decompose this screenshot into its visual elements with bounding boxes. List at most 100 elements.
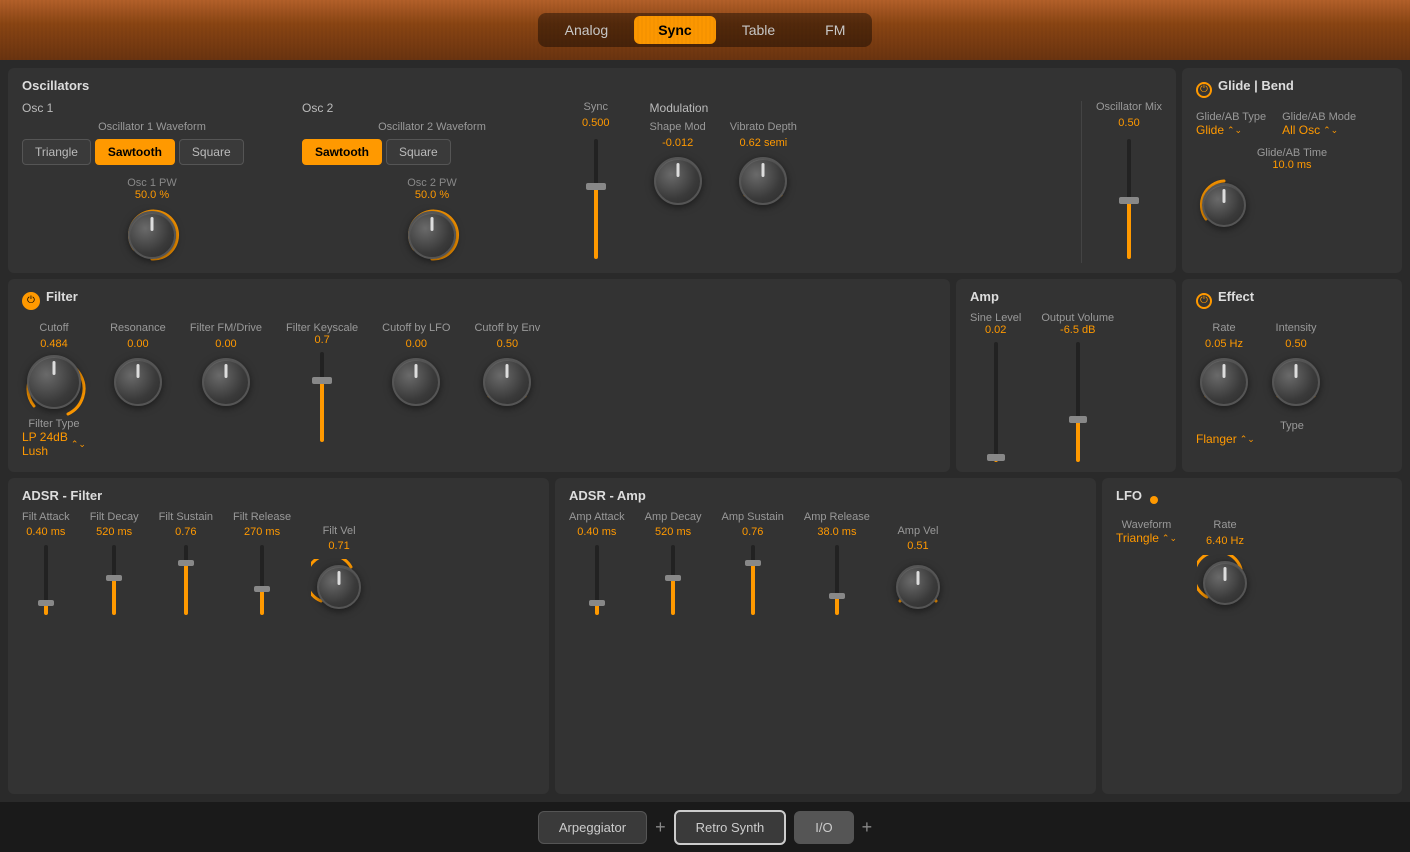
- osc2-wave-square[interactable]: Square: [386, 139, 451, 165]
- shape-mod-knob[interactable]: [654, 157, 702, 205]
- cutoff-lfo-knob-wrap[interactable]: [388, 354, 444, 410]
- glide-time-knob[interactable]: [1202, 183, 1246, 227]
- top-header: Analog Sync Table FM: [0, 0, 1410, 60]
- filt-vel-knob-wrap[interactable]: [311, 559, 367, 615]
- osc1-section: Osc 1 Oscillator 1 Waveform Triangle Saw…: [22, 101, 302, 263]
- filt-release-slider[interactable]: [260, 545, 264, 615]
- osc1-wave-sawtooth[interactable]: Sawtooth: [95, 139, 175, 165]
- osc-mix-thumb[interactable]: [1119, 197, 1139, 204]
- filter-type-value[interactable]: LP 24dBLush ⌃⌄: [22, 430, 86, 458]
- filter-resonance-knob[interactable]: [114, 358, 162, 406]
- filter-keyscale-slider[interactable]: [320, 352, 324, 442]
- amp-sustain-slider[interactable]: [751, 545, 755, 615]
- osc2-pw-knob[interactable]: [408, 211, 456, 259]
- output-volume-fill: [1076, 420, 1080, 462]
- vibrato-depth-knob[interactable]: [739, 157, 787, 205]
- lfo-rate-knob[interactable]: [1203, 561, 1247, 605]
- filter-power-icon[interactable]: ⏻: [22, 292, 40, 310]
- io-button[interactable]: I/O: [794, 811, 853, 844]
- amp-sustain-fill: [751, 562, 755, 615]
- effect-intensity-knob-wrap[interactable]: [1268, 354, 1324, 410]
- retro-synth-button[interactable]: Retro Synth: [674, 810, 787, 845]
- sync-slider-track[interactable]: [594, 139, 598, 259]
- cutoff-env-knob-wrap[interactable]: [479, 354, 535, 410]
- filter-resonance-knob-wrap[interactable]: [110, 354, 166, 410]
- osc1-wave-square[interactable]: Square: [179, 139, 244, 165]
- filt-sustain-thumb[interactable]: [178, 560, 194, 566]
- arpeggiator-button[interactable]: Arpeggiator: [538, 811, 647, 844]
- osc2-wave-sawtooth[interactable]: Sawtooth: [302, 139, 382, 165]
- filter-cutoff-knob-wrap[interactable]: [26, 354, 82, 410]
- osc-mix-slider[interactable]: [1127, 139, 1131, 259]
- cutoff-lfo-knob[interactable]: [392, 358, 440, 406]
- amp-attack-thumb[interactable]: [589, 600, 605, 606]
- taskbar-plus-1[interactable]: +: [655, 817, 666, 838]
- effect-type-value[interactable]: Flanger ⌃⌄: [1196, 432, 1388, 446]
- glide-mode-value[interactable]: All Osc ⌃⌄: [1282, 123, 1356, 137]
- lfo-waveform-container: Waveform Triangle ⌃⌄: [1116, 519, 1177, 545]
- shape-mod-knob-wrap[interactable]: [650, 153, 706, 209]
- filter-fm-drive-knob[interactable]: [202, 358, 250, 406]
- glide-type-value[interactable]: Glide ⌃⌄: [1196, 123, 1266, 137]
- amp-decay-thumb[interactable]: [665, 575, 681, 581]
- sine-level-thumb[interactable]: [987, 454, 1005, 461]
- filt-sustain-slider[interactable]: [184, 545, 188, 615]
- filter-cutoff-knob[interactable]: [27, 355, 81, 409]
- filter-resonance-value: 0.00: [127, 338, 148, 350]
- filt-attack-thumb[interactable]: [38, 600, 54, 606]
- effect-intensity-knob[interactable]: [1272, 358, 1320, 406]
- effect-type-arrow: ⌃⌄: [1240, 434, 1255, 445]
- lfo-waveform-value[interactable]: Triangle ⌃⌄: [1116, 531, 1177, 545]
- amp-release-thumb[interactable]: [829, 593, 845, 599]
- sync-slider-thumb[interactable]: [586, 183, 606, 190]
- amp-release-slider[interactable]: [835, 545, 839, 615]
- osc1-wave-triangle[interactable]: Triangle: [22, 139, 91, 165]
- output-volume-label: Output Volume: [1041, 312, 1114, 324]
- tab-table[interactable]: Table: [718, 16, 799, 44]
- filt-vel-value: 0.71: [328, 540, 349, 552]
- filt-decay-thumb[interactable]: [106, 575, 122, 581]
- lfo-rate-knob-wrap[interactable]: [1197, 555, 1253, 611]
- amp-sustain-thumb[interactable]: [745, 560, 761, 566]
- osc1-pw-knob-wrap[interactable]: [124, 207, 180, 263]
- amp-attack-label: Amp Attack: [569, 511, 625, 523]
- effect-power-icon[interactable]: ⏻: [1196, 293, 1212, 309]
- osc1-pw-knob[interactable]: [128, 211, 176, 259]
- adsr-amp-params: Amp Attack 0.40 ms Amp Decay 520 ms: [569, 511, 1082, 615]
- output-volume-slider[interactable]: [1076, 342, 1080, 462]
- tab-sync[interactable]: Sync: [634, 16, 715, 44]
- filt-release-thumb[interactable]: [254, 586, 270, 592]
- amp-attack-slider[interactable]: [595, 545, 599, 615]
- amp-vel-knob-wrap[interactable]: [890, 559, 946, 615]
- glide-time-knob-wrap[interactable]: [1196, 177, 1252, 233]
- taskbar-plus-2[interactable]: +: [862, 817, 873, 838]
- osc-mix-fill: [1127, 199, 1131, 259]
- osc2-pw-value: 50.0 %: [302, 189, 562, 201]
- filt-attack-slider[interactable]: [44, 545, 48, 615]
- sine-level-slider[interactable]: [994, 342, 998, 462]
- filt-vel-knob[interactable]: [317, 565, 361, 609]
- filter-keyscale-thumb[interactable]: [312, 377, 332, 384]
- cutoff-lfo-label: Cutoff by LFO: [382, 322, 450, 334]
- filter-fm-drive-knob-wrap[interactable]: [198, 354, 254, 410]
- osc1-waveform-label: Oscillator 1 Waveform: [22, 121, 282, 133]
- amp-vel-knob[interactable]: [896, 565, 940, 609]
- effect-rate-knob[interactable]: [1200, 358, 1248, 406]
- amp-decay-slider[interactable]: [671, 545, 675, 615]
- osc2-pw-knob-wrap[interactable]: [404, 207, 460, 263]
- adsr-filter-release: Filt Release 270 ms: [233, 511, 291, 615]
- glide-power-icon[interactable]: ⏻: [1196, 82, 1212, 98]
- effect-inner: Rate 0.05 Hz Intensity 0.50: [1196, 322, 1388, 410]
- tab-fm[interactable]: FM: [801, 16, 869, 44]
- filt-decay-slider[interactable]: [112, 545, 116, 615]
- effect-rate-knob-wrap[interactable]: [1196, 354, 1252, 410]
- sync-section: Sync 0.500: [582, 101, 610, 263]
- output-volume-container: Output Volume -6.5 dB: [1041, 312, 1114, 462]
- osc2-waveform-btns: Sawtooth Square: [302, 139, 562, 165]
- tab-analog[interactable]: Analog: [541, 16, 633, 44]
- glide-mode-container: Glide/AB Mode All Osc ⌃⌄: [1282, 111, 1356, 137]
- filter-power-row: ⏻ Filter: [22, 289, 936, 312]
- output-volume-thumb[interactable]: [1069, 416, 1087, 423]
- vibrato-depth-label: Vibrato Depth: [730, 121, 797, 133]
- vibrato-depth-knob-wrap[interactable]: [735, 153, 791, 209]
